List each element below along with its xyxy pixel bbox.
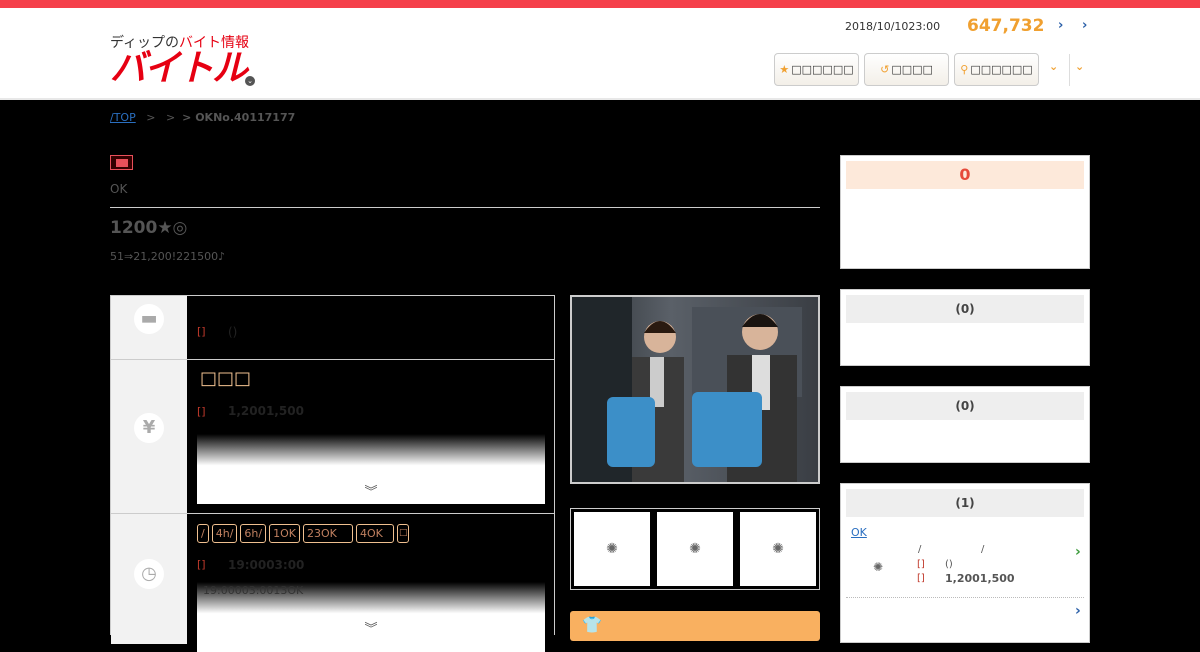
history-icon: ↺	[880, 63, 890, 76]
row-label: []	[917, 559, 925, 570]
video-icon[interactable]	[110, 155, 133, 170]
staff-photo-illustration	[572, 297, 802, 482]
row-icon-cell: ▬	[111, 296, 187, 359]
sidebar-box: (0)	[840, 289, 1090, 366]
clock-icon: ◷	[134, 559, 164, 589]
thumbnail[interactable]: ✺	[572, 510, 652, 588]
loading-spinner-icon: ✺	[772, 541, 784, 557]
table-row: ◷ / 4h/ 6h/ 1OK 23OK 4OK □ [] 19:0003:00…	[111, 514, 554, 652]
job-count: 647,732	[967, 16, 1045, 36]
update-date: 2018/10/1023:00	[845, 20, 941, 33]
search-icon: ⚲	[960, 63, 969, 76]
favorites-button[interactable]: ★ □□□□□□	[774, 53, 859, 86]
loading-spinner-icon: ✺	[689, 541, 701, 557]
applicant-count: 0	[846, 161, 1084, 189]
job-info-table: ▬ [] () ¥ □□□ [] 1,2001,500 ︾ ◷ / 4h/ 6h…	[110, 295, 555, 652]
slash: /	[918, 544, 922, 555]
job-subtitle: 51⇒21,200!221500♪	[110, 250, 226, 263]
sidebar-box-title: (1)	[846, 489, 1084, 517]
breadcrumb-sep: >	[146, 111, 156, 124]
chevron-down-icon[interactable]: ⌄	[1075, 60, 1084, 73]
faded-text: 19:00003:0013OK	[203, 584, 304, 597]
chevron-down-icon[interactable]: ⌄	[245, 76, 255, 86]
tag: 1OK	[269, 524, 300, 543]
tag: □	[396, 524, 410, 543]
sidebar-box-title: (0)	[846, 392, 1084, 420]
site-header: ディップのバイト情報 バイトル ⌄ 2018/10/1023:00 647,73…	[0, 8, 1200, 100]
row-value: 19:0003:00	[228, 558, 305, 572]
breadcrumb: /TOP > > > OKNo.40117177	[110, 111, 295, 124]
thumbnail[interactable]: ✺	[655, 510, 735, 588]
chevron-right-icon[interactable]: ›	[1082, 18, 1087, 33]
history-button[interactable]: ↺ □□□□	[864, 53, 949, 86]
search-button[interactable]: ⚲ □□□□□□	[954, 53, 1039, 86]
briefcase-icon: ▬	[134, 304, 164, 334]
breadcrumb-top-link[interactable]: /TOP	[110, 111, 136, 124]
divider	[110, 207, 820, 208]
loading-spinner-icon: ✺	[606, 541, 618, 557]
row-value: ()	[945, 559, 953, 570]
application-box: 0	[840, 155, 1090, 269]
expand-panel[interactable]: ︾	[197, 434, 545, 504]
thumbnail[interactable]: ✺	[738, 510, 818, 588]
row-value: 1,2001,500	[945, 572, 1015, 585]
shirt-icon: 👕	[582, 615, 602, 634]
divider	[846, 597, 1084, 598]
favorites-label: □□□□□□	[791, 63, 854, 76]
ok-link[interactable]: OK	[851, 526, 881, 539]
row-label: []	[197, 405, 206, 418]
expand-panel[interactable]: 19:00003:0013OK ︾	[197, 582, 545, 652]
history-label: □□□□	[891, 63, 933, 76]
chevron-down-icon[interactable]: ⌄	[1049, 60, 1058, 73]
row-icon-cell: ◷	[111, 514, 187, 644]
double-chevron-down-icon[interactable]: ︾	[197, 481, 545, 500]
thumbnail-strip: ✺ ✺ ✺	[570, 508, 820, 590]
slash: /	[981, 544, 985, 555]
chevron-right-icon[interactable]: ›	[1075, 544, 1081, 560]
row-value: ()	[228, 325, 238, 339]
tag: 6h/	[240, 524, 267, 543]
salary-badge: □□□	[200, 368, 252, 389]
uniform-banner: 👕	[570, 611, 820, 641]
breadcrumb-current: > OKNo.40117177	[182, 111, 296, 124]
row-value: 1,2001,500	[228, 404, 304, 418]
divider	[1069, 54, 1070, 86]
breadcrumb-sep: >	[165, 111, 176, 124]
brand-top-bar	[0, 0, 1200, 8]
table-row: ¥ □□□ [] 1,2001,500 ︾	[111, 360, 554, 514]
row-icon-cell: ¥	[111, 360, 187, 513]
job-title: 1200★◎	[110, 218, 188, 238]
sidebar-box-title: (0)	[846, 295, 1084, 323]
ok-text: OK	[110, 182, 128, 196]
double-chevron-down-icon[interactable]: ︾	[197, 618, 545, 637]
chevron-right-icon[interactable]: ›	[1075, 603, 1081, 619]
star-icon: ★	[779, 63, 790, 76]
search-label: □□□□□□	[970, 63, 1033, 76]
tag: /	[197, 524, 209, 543]
tag-list: / 4h/ 6h/ 1OK 23OK 4OK □	[197, 524, 410, 543]
job-photo[interactable]	[570, 295, 820, 484]
tag: 4h/	[211, 524, 238, 543]
sidebar-box: (1) OK ✺ / / [] () [] 1,2001,500 › ›	[840, 483, 1090, 643]
tag: 23OK	[302, 524, 353, 543]
sidebar-box: (0)	[840, 386, 1090, 463]
loading-spinner-icon: ✺	[873, 560, 884, 574]
row-label: []	[197, 558, 206, 571]
yen-icon: ¥	[134, 413, 164, 443]
logo[interactable]: バイトル	[110, 48, 248, 90]
chevron-right-icon[interactable]: ›	[1058, 18, 1063, 33]
row-label: []	[917, 573, 925, 584]
tag: 4OK	[355, 524, 394, 543]
row-label: []	[197, 325, 206, 338]
table-row: ▬ [] ()	[111, 296, 554, 360]
